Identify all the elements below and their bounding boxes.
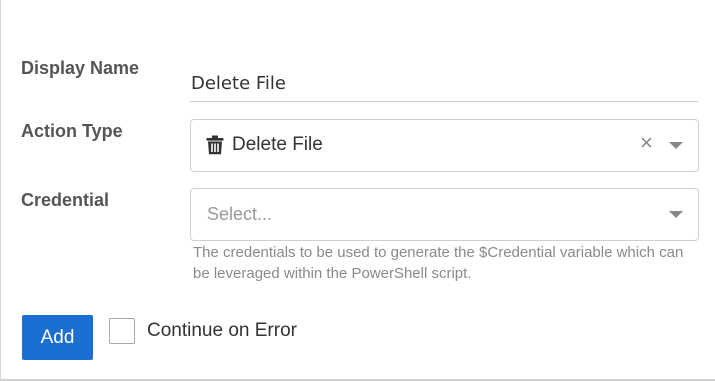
credential-help-text: The credentials to be used to generate t… bbox=[193, 244, 684, 282]
trash-icon bbox=[206, 135, 224, 155]
action-type-value: Delete File bbox=[232, 134, 323, 155]
add-button[interactable]: Add bbox=[22, 315, 93, 360]
action-type-label: Action Type bbox=[21, 121, 123, 141]
credential-select[interactable]: Select... bbox=[190, 188, 699, 241]
display-name-label: Display Name bbox=[21, 58, 140, 78]
continue-on-error-checkbox[interactable] bbox=[109, 318, 135, 344]
panel-left-border bbox=[0, 0, 1, 381]
chevron-down-icon[interactable] bbox=[669, 211, 683, 218]
credential-placeholder: Select... bbox=[207, 204, 273, 224]
clear-icon[interactable]: × bbox=[640, 132, 653, 154]
continue-on-error-label[interactable]: Continue on Error bbox=[147, 320, 297, 342]
action-type-select[interactable]: Delete File × bbox=[190, 119, 699, 172]
credential-label: Credential bbox=[21, 190, 110, 210]
display-name-input[interactable] bbox=[190, 62, 698, 102]
chevron-down-icon[interactable] bbox=[669, 142, 683, 149]
